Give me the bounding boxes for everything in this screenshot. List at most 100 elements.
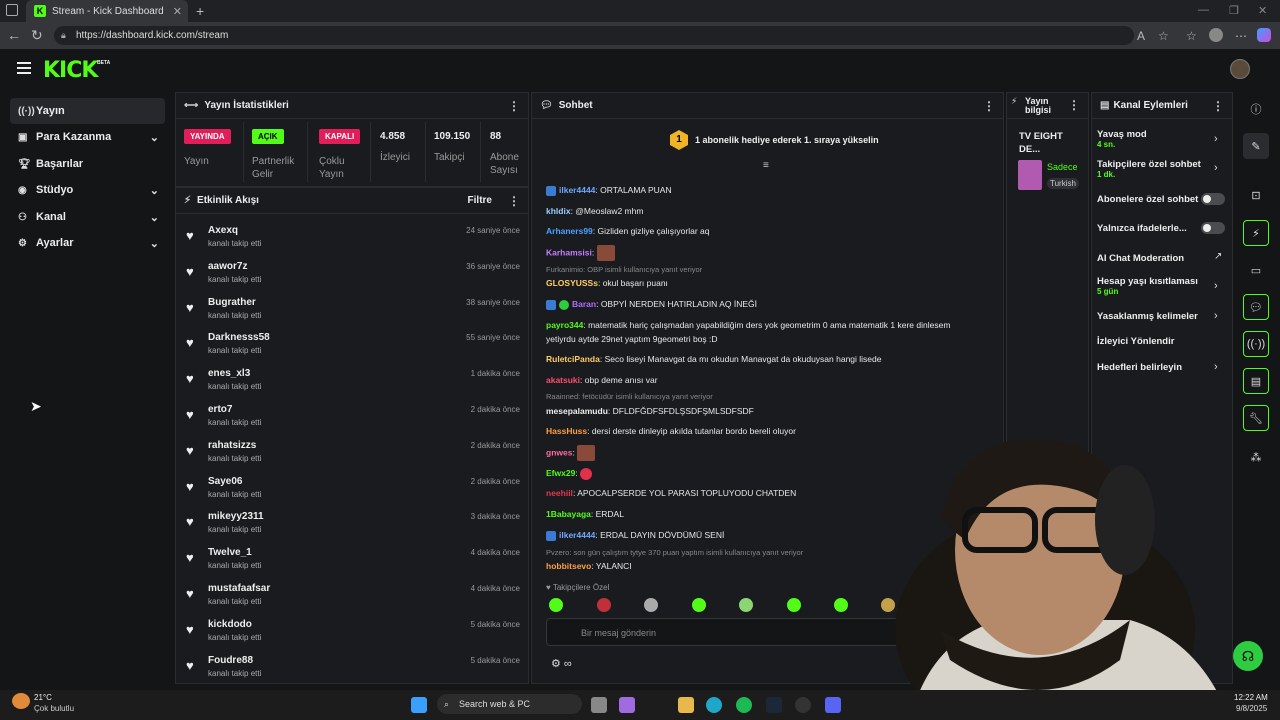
- tag[interactable]: Turkish: [1047, 178, 1079, 189]
- more-options-icon[interactable]: ⋮: [983, 99, 995, 113]
- camera-icon[interactable]: ⊡: [1243, 182, 1269, 208]
- activity-username[interactable]: Twelve_1: [208, 547, 252, 558]
- chat-icon[interactable]: 💬︎: [1243, 294, 1269, 320]
- read-aloud-icon[interactable]: A: [1137, 29, 1145, 43]
- multistream-badge[interactable]: KAPALI: [319, 129, 361, 144]
- more-options-icon[interactable]: ⋮: [1068, 99, 1080, 111]
- file-explorer-icon[interactable]: [678, 697, 694, 713]
- chat-username[interactable]: Karhamsisi: [546, 247, 592, 257]
- sidebar-item-yayin[interactable]: ((·)) Yayın: [10, 98, 165, 124]
- chat-username[interactable]: ilker4444: [559, 185, 595, 195]
- followers-chat-item[interactable]: Takipçilere özel sohbet 1 dk.: [1097, 159, 1201, 179]
- sidebar-item-studyo[interactable]: ◉ Stüdyo ⌄: [10, 177, 165, 203]
- activity-username[interactable]: rahatsizzs: [208, 440, 256, 451]
- activity-username[interactable]: aawor7z: [208, 261, 247, 272]
- account-age-item[interactable]: Hesap yaşı kısıtlaması 5 gün: [1097, 276, 1198, 296]
- emote-icon[interactable]: [787, 598, 801, 612]
- copilot-app-icon[interactable]: [619, 697, 635, 713]
- activity-username[interactable]: enes_xl3: [208, 368, 250, 379]
- favorite-star-icon[interactable]: ☆: [1158, 29, 1169, 43]
- activity-item[interactable]: ♥ erto7 kanalı takip etti 2 dakika önce: [186, 404, 526, 440]
- more-options-icon[interactable]: ⋮: [508, 99, 520, 113]
- activity-username[interactable]: erto7: [208, 404, 232, 415]
- activity-item[interactable]: ♥ mustafaafsar kanalı takip etti 4 dakika ö…: [186, 583, 526, 619]
- wrench-icon[interactable]: 🔧︎: [1243, 405, 1269, 431]
- info-icon[interactable]: ⓘ: [1243, 96, 1269, 122]
- gift-goal-text[interactable]: 1 abonelik hediye ederek 1. sıraya yükse…: [695, 135, 879, 145]
- partner-badge[interactable]: AÇIK: [252, 129, 284, 144]
- activity-username[interactable]: Axexq: [208, 225, 238, 236]
- sidebar-item-basarilar[interactable]: 🏆︎ Başarılar: [10, 151, 165, 177]
- url-field[interactable]: 🔒︎ https://dashboard.kick.com/stream: [54, 26, 1134, 45]
- activity-item[interactable]: ♥ Twelve_1 kanalı takip etti 4 dakika önce: [186, 547, 526, 583]
- minimize-icon[interactable]: —: [1198, 4, 1209, 16]
- activity-item[interactable]: ♥ rahatsizzs kanalı takip etti 2 dakika önc…: [186, 440, 526, 476]
- emote-icon[interactable]: [644, 598, 658, 612]
- banned-words-item[interactable]: Yasaklanmış kelimeler: [1097, 311, 1198, 322]
- emote-icon[interactable]: [692, 598, 706, 612]
- activity-username[interactable]: Saye06: [208, 476, 242, 487]
- windows-start-icon[interactable]: [411, 697, 427, 713]
- emote-icon[interactable]: [739, 598, 753, 612]
- ai-moderation-item[interactable]: AI Chat Moderation: [1097, 253, 1184, 264]
- steam-icon[interactable]: [766, 697, 782, 713]
- external-link-icon[interactable]: ↗: [1214, 251, 1222, 262]
- chat-username[interactable]: mesepalamudu: [546, 406, 608, 416]
- activity-item[interactable]: ♥ aawor7z kanalı takip etti 36 saniye önce: [186, 261, 526, 297]
- activity-item[interactable]: ♥ Saye06 kanalı takip etti 2 dakika önce: [186, 476, 526, 512]
- activity-item[interactable]: ♥ Foudre88 kanalı takip etti 5 dakika önce: [186, 655, 526, 691]
- sidebar-item-ayarlar[interactable]: ⚙ Ayarlar ⌄: [10, 230, 165, 256]
- activity-username[interactable]: Foudre88: [208, 655, 253, 666]
- layout-icon[interactable]: ▤: [1243, 368, 1269, 394]
- avatar[interactable]: [1230, 59, 1250, 79]
- chat-username[interactable]: neehiil: [546, 488, 573, 498]
- activity-item[interactable]: ♥ Darknesss58 kanalı takip etti 55 saniye ö…: [186, 332, 526, 368]
- taskbar-search[interactable]: ⌕ Search web & PC: [437, 694, 582, 714]
- edge-icon[interactable]: [706, 697, 722, 713]
- kick-logo[interactable]: KICK: [43, 58, 98, 83]
- copilot-icon[interactable]: [1257, 28, 1271, 42]
- apps-icon[interactable]: ⁂: [1243, 444, 1269, 470]
- close-tab-icon[interactable]: ✕: [173, 5, 182, 18]
- edit-icon[interactable]: ✎: [1243, 133, 1269, 159]
- activity-item[interactable]: ♥ enes_xl3 kanalı takip etti 1 dakika önce: [186, 368, 526, 404]
- profile-icon[interactable]: [1209, 28, 1223, 42]
- raid-item[interactable]: İzleyici Yönlendir: [1097, 336, 1174, 347]
- chat-username[interactable]: Arhaners99: [546, 226, 593, 236]
- discord-icon[interactable]: [825, 697, 841, 713]
- back-icon[interactable]: ←: [7, 27, 21, 43]
- activity-username[interactable]: kickdodo: [208, 619, 252, 630]
- chat-username[interactable]: HassHuss: [546, 426, 587, 436]
- activity-username[interactable]: Bugrather: [208, 297, 256, 308]
- chat-username[interactable]: akatsuki: [546, 375, 580, 385]
- browser-tab[interactable]: K Stream - Kick Dashboard ✕: [26, 0, 188, 22]
- slow-mode-item[interactable]: Yavaş mod 4 sn.: [1097, 129, 1147, 149]
- chevron-right-icon[interactable]: ›: [1214, 133, 1218, 145]
- reload-icon[interactable]: ↻: [31, 27, 43, 44]
- document-icon[interactable]: ▭: [1243, 257, 1269, 283]
- site-info-icon[interactable]: 🔒︎: [61, 30, 66, 41]
- chat-username[interactable]: hobbitsevo: [546, 561, 591, 571]
- spotify-icon[interactable]: [736, 697, 752, 713]
- activity-username[interactable]: mustafaafsar: [208, 583, 270, 594]
- chat-username[interactable]: Baran: [572, 299, 596, 309]
- new-tab-icon[interactable]: +: [196, 3, 204, 19]
- filter-button[interactable]: Filtre: [468, 195, 492, 206]
- activity-username[interactable]: Darknesss58: [208, 332, 270, 343]
- emote-only-toggle[interactable]: [1201, 222, 1225, 234]
- chat-username[interactable]: RuletciPanda: [546, 354, 600, 364]
- pin-collapse-icon[interactable]: ≡: [763, 160, 769, 171]
- close-window-icon[interactable]: ✕: [1258, 4, 1267, 17]
- chevron-right-icon[interactable]: ›: [1214, 310, 1218, 322]
- sidebar-item-kanal[interactable]: ⚇ Kanal ⌄: [10, 204, 165, 230]
- tab-actions-icon[interactable]: [6, 4, 18, 16]
- more-options-icon[interactable]: ⋮: [508, 194, 520, 208]
- obs-icon[interactable]: [795, 697, 811, 713]
- chevron-right-icon[interactable]: ›: [1214, 280, 1218, 292]
- chevron-right-icon[interactable]: ›: [1214, 162, 1218, 174]
- activity-username[interactable]: mikeyy2311: [208, 511, 264, 522]
- emote-icon[interactable]: [834, 598, 848, 612]
- chat-username[interactable]: 1Babayaga: [546, 509, 591, 519]
- chat-settings-icon[interactable]: ⚙ ∞: [551, 657, 572, 670]
- chat-username[interactable]: GLOSYUSSs: [546, 278, 598, 288]
